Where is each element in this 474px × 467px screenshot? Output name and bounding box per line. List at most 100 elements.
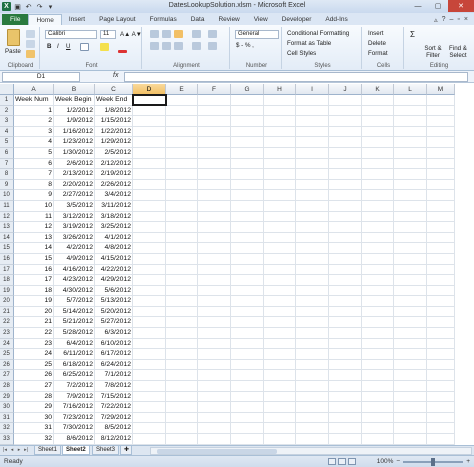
cell-e29[interactable] (166, 391, 198, 403)
column-header-i[interactable]: I (296, 84, 329, 95)
cell-i7[interactable] (296, 158, 329, 170)
cell-d31[interactable] (133, 412, 166, 424)
cell-m9[interactable] (427, 179, 455, 191)
cell-h3[interactable] (264, 116, 296, 127)
cell-e17[interactable] (166, 264, 198, 276)
cell-h29[interactable] (264, 391, 296, 403)
cell-m3[interactable] (427, 116, 455, 127)
cell-k16[interactable] (362, 253, 394, 265)
conditional-formatting-button[interactable]: Conditional Formatting (287, 30, 349, 37)
merge-center-icon[interactable] (208, 42, 217, 50)
tab-developer[interactable]: Developer (275, 14, 319, 25)
cell-i11[interactable] (296, 200, 329, 212)
cell-m14[interactable] (427, 232, 455, 244)
cell-d27[interactable] (133, 370, 166, 382)
cell-j27[interactable] (329, 370, 362, 382)
horizontal-scrollbar[interactable] (150, 447, 472, 455)
tab-data[interactable]: Data (184, 14, 212, 25)
cell-e13[interactable] (166, 222, 198, 233)
row-header[interactable]: 7 (0, 158, 14, 170)
row-header[interactable]: 19 (0, 285, 14, 297)
cell-l7[interactable] (394, 158, 427, 170)
cell-m29[interactable] (427, 391, 455, 403)
wrap-text-icon[interactable] (208, 30, 217, 38)
cell-f6[interactable] (198, 147, 231, 159)
cell-c23[interactable]: 6/3/2012 (95, 328, 133, 339)
cell-f14[interactable] (198, 232, 231, 244)
column-header-c[interactable]: C (95, 84, 133, 95)
cell-i17[interactable] (296, 264, 329, 276)
cell-g26[interactable] (231, 359, 264, 371)
cell-e10[interactable] (166, 190, 198, 201)
cell-l13[interactable] (394, 222, 427, 233)
cell-f29[interactable] (198, 391, 231, 403)
cell-a20[interactable]: 19 (14, 296, 54, 307)
cell-e28[interactable] (166, 381, 198, 392)
cell-f1[interactable] (198, 95, 231, 106)
cell-l16[interactable] (394, 253, 427, 265)
cell-d20[interactable] (133, 296, 166, 307)
cell-l11[interactable] (394, 200, 427, 212)
cell-k9[interactable] (362, 179, 394, 191)
cell-m21[interactable] (427, 306, 455, 318)
cell-e2[interactable] (166, 105, 198, 117)
cell-a5[interactable]: 4 (14, 137, 54, 148)
number-format-select[interactable]: General (235, 30, 279, 39)
close-button[interactable]: ✕ (448, 0, 474, 12)
tab-insert[interactable]: Insert (62, 14, 92, 25)
row-header[interactable]: 33 (0, 434, 14, 445)
cell-d14[interactable] (133, 232, 166, 244)
cell-b2[interactable]: 1/2/2012 (54, 105, 95, 117)
cell-h5[interactable] (264, 137, 296, 148)
row-header[interactable]: 28 (0, 381, 14, 392)
cell-k1[interactable] (362, 95, 394, 106)
cell-c4[interactable]: 1/22/2012 (95, 126, 133, 138)
row-header[interactable]: 21 (0, 306, 14, 318)
cell-e23[interactable] (166, 328, 198, 339)
cell-b21[interactable]: 5/14/2012 (54, 306, 95, 318)
cell-m11[interactable] (427, 200, 455, 212)
cell-k15[interactable] (362, 243, 394, 254)
column-header-j[interactable]: J (329, 84, 362, 95)
column-header-g[interactable]: G (231, 84, 264, 95)
cell-a27[interactable]: 26 (14, 370, 54, 382)
cell-a7[interactable]: 6 (14, 158, 54, 170)
column-header-d[interactable]: D (133, 84, 166, 95)
cell-j23[interactable] (329, 328, 362, 339)
maximize-button[interactable]: ▢ (428, 0, 448, 12)
cell-h13[interactable] (264, 222, 296, 233)
cell-l22[interactable] (394, 317, 427, 329)
cell-h18[interactable] (264, 275, 296, 286)
cell-b24[interactable]: 6/4/2012 (54, 338, 95, 350)
cell-l29[interactable] (394, 391, 427, 403)
cell-g29[interactable] (231, 391, 264, 403)
column-header-k[interactable]: K (362, 84, 394, 95)
cell-k32[interactable] (362, 423, 394, 434)
cell-j4[interactable] (329, 126, 362, 138)
cell-h2[interactable] (264, 105, 296, 117)
cell-k26[interactable] (362, 359, 394, 371)
cell-d18[interactable] (133, 275, 166, 286)
cell-k6[interactable] (362, 147, 394, 159)
cell-j11[interactable] (329, 200, 362, 212)
cell-l10[interactable] (394, 190, 427, 201)
cell-c29[interactable]: 7/15/2012 (95, 391, 133, 403)
row-header[interactable]: 1 (0, 95, 14, 106)
cell-h28[interactable] (264, 381, 296, 392)
cell-m12[interactable] (427, 211, 455, 223)
cell-j2[interactable] (329, 105, 362, 117)
cell-d10[interactable] (133, 190, 166, 201)
cell-j32[interactable] (329, 423, 362, 434)
cell-d4[interactable] (133, 126, 166, 138)
insert-button[interactable]: Insert (368, 30, 383, 37)
cell-a29[interactable]: 28 (14, 391, 54, 403)
find-select-button[interactable]: Find & Select (446, 45, 470, 59)
cell-c24[interactable]: 6/10/2012 (95, 338, 133, 350)
cell-l31[interactable] (394, 412, 427, 424)
cell-h17[interactable] (264, 264, 296, 276)
cell-h12[interactable] (264, 211, 296, 223)
row-header[interactable]: 22 (0, 317, 14, 329)
cell-e22[interactable] (166, 317, 198, 329)
cell-h30[interactable] (264, 402, 296, 413)
cell-a14[interactable]: 13 (14, 232, 54, 244)
